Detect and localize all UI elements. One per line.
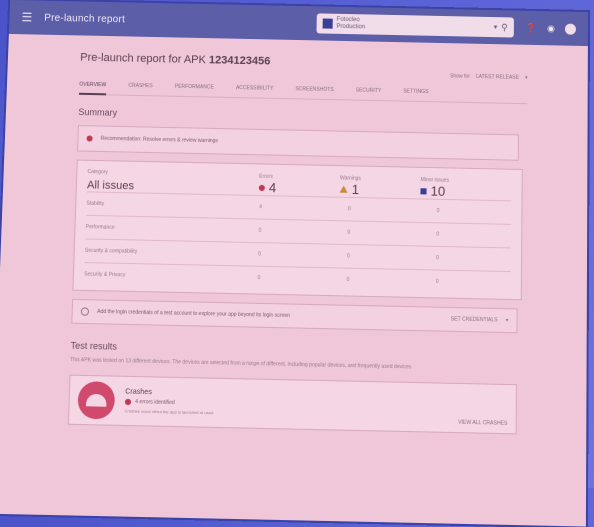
minor-issues-metric: Minor issues 10 bbox=[420, 177, 450, 199]
tab-settings[interactable]: SETTINGS bbox=[403, 88, 428, 95]
tab-screenshots[interactable]: SCREENSHOTS bbox=[295, 86, 333, 93]
minor-issue-icon bbox=[420, 187, 427, 194]
tab-accessibility[interactable]: ACCESSIBILITY bbox=[236, 85, 274, 92]
error-icon bbox=[258, 184, 265, 191]
tab-crashes[interactable]: CRASHES bbox=[128, 83, 152, 90]
app-icon bbox=[322, 18, 333, 29]
chevron-down-icon[interactable]: ▾ bbox=[494, 23, 498, 31]
info-icon bbox=[80, 307, 90, 316]
category-label: Category bbox=[87, 168, 109, 176]
chevron-down-icon: ▾ bbox=[524, 74, 528, 82]
credentials-notice: Add the login credentials of a test acco… bbox=[71, 298, 518, 334]
crashes-title: Crashes bbox=[125, 388, 152, 397]
app-selector[interactable]: Fotocleo Production ▾ ⚲ bbox=[316, 13, 514, 38]
tab-security[interactable]: SECURITY bbox=[356, 87, 382, 94]
crash-count: 4 errors identified bbox=[135, 398, 175, 407]
view-all-crashes-link[interactable]: VIEW ALL CRASHES bbox=[458, 420, 507, 427]
help-icon[interactable]: ❓ bbox=[526, 22, 537, 33]
crashes-card[interactable]: Crashes 4 errors identified Crashes occu… bbox=[67, 374, 517, 435]
summary-heading: Summary bbox=[78, 106, 118, 118]
tab-performance[interactable]: PERFORMANCE bbox=[175, 84, 214, 91]
tab-bar: OVERVIEW CRASHES PERFORMANCE ACCESSIBILI… bbox=[78, 81, 528, 105]
search-icon[interactable]: ⚲ bbox=[501, 22, 508, 33]
avatar[interactable] bbox=[564, 23, 576, 35]
error-icon bbox=[124, 398, 132, 406]
app-bar-title: Pre-launch report bbox=[44, 12, 126, 25]
browser-screen: ☰ Pre-launch report Fotocleo Production … bbox=[0, 0, 589, 527]
test-results-description: This APK was tested on 13 different devi… bbox=[69, 356, 412, 371]
errors-metric: Errors 4 bbox=[258, 173, 277, 196]
test-results-heading: Test results bbox=[70, 340, 118, 352]
recommendation-alert: Recommendation: Resolve errors & review … bbox=[77, 125, 520, 161]
tab-overview[interactable]: OVERVIEW bbox=[78, 81, 107, 96]
main-content: Pre-launch report for APK 1234123456 Sho… bbox=[0, 34, 588, 436]
summary-card: Category All issues Errors 4 Warnings 1 … bbox=[72, 159, 523, 301]
chevron-down-icon[interactable]: ▾ bbox=[506, 317, 509, 323]
notice-text: Add the login credentials of a test acco… bbox=[97, 308, 291, 320]
crash-detail: Crashes occur when the app is launched o… bbox=[124, 408, 214, 416]
warning-icon bbox=[339, 185, 348, 193]
error-icon bbox=[86, 135, 93, 142]
menu-icon[interactable]: ☰ bbox=[21, 10, 32, 24]
crash-illustration bbox=[77, 381, 116, 420]
set-credentials-button[interactable]: SET CREDENTIALS bbox=[451, 316, 498, 323]
app-track: Production bbox=[336, 23, 366, 31]
alert-text: Recommendation: Resolve errors & review … bbox=[100, 135, 219, 145]
notification-icon[interactable]: ◉ bbox=[547, 23, 555, 34]
warnings-metric: Warnings 1 bbox=[339, 175, 362, 198]
